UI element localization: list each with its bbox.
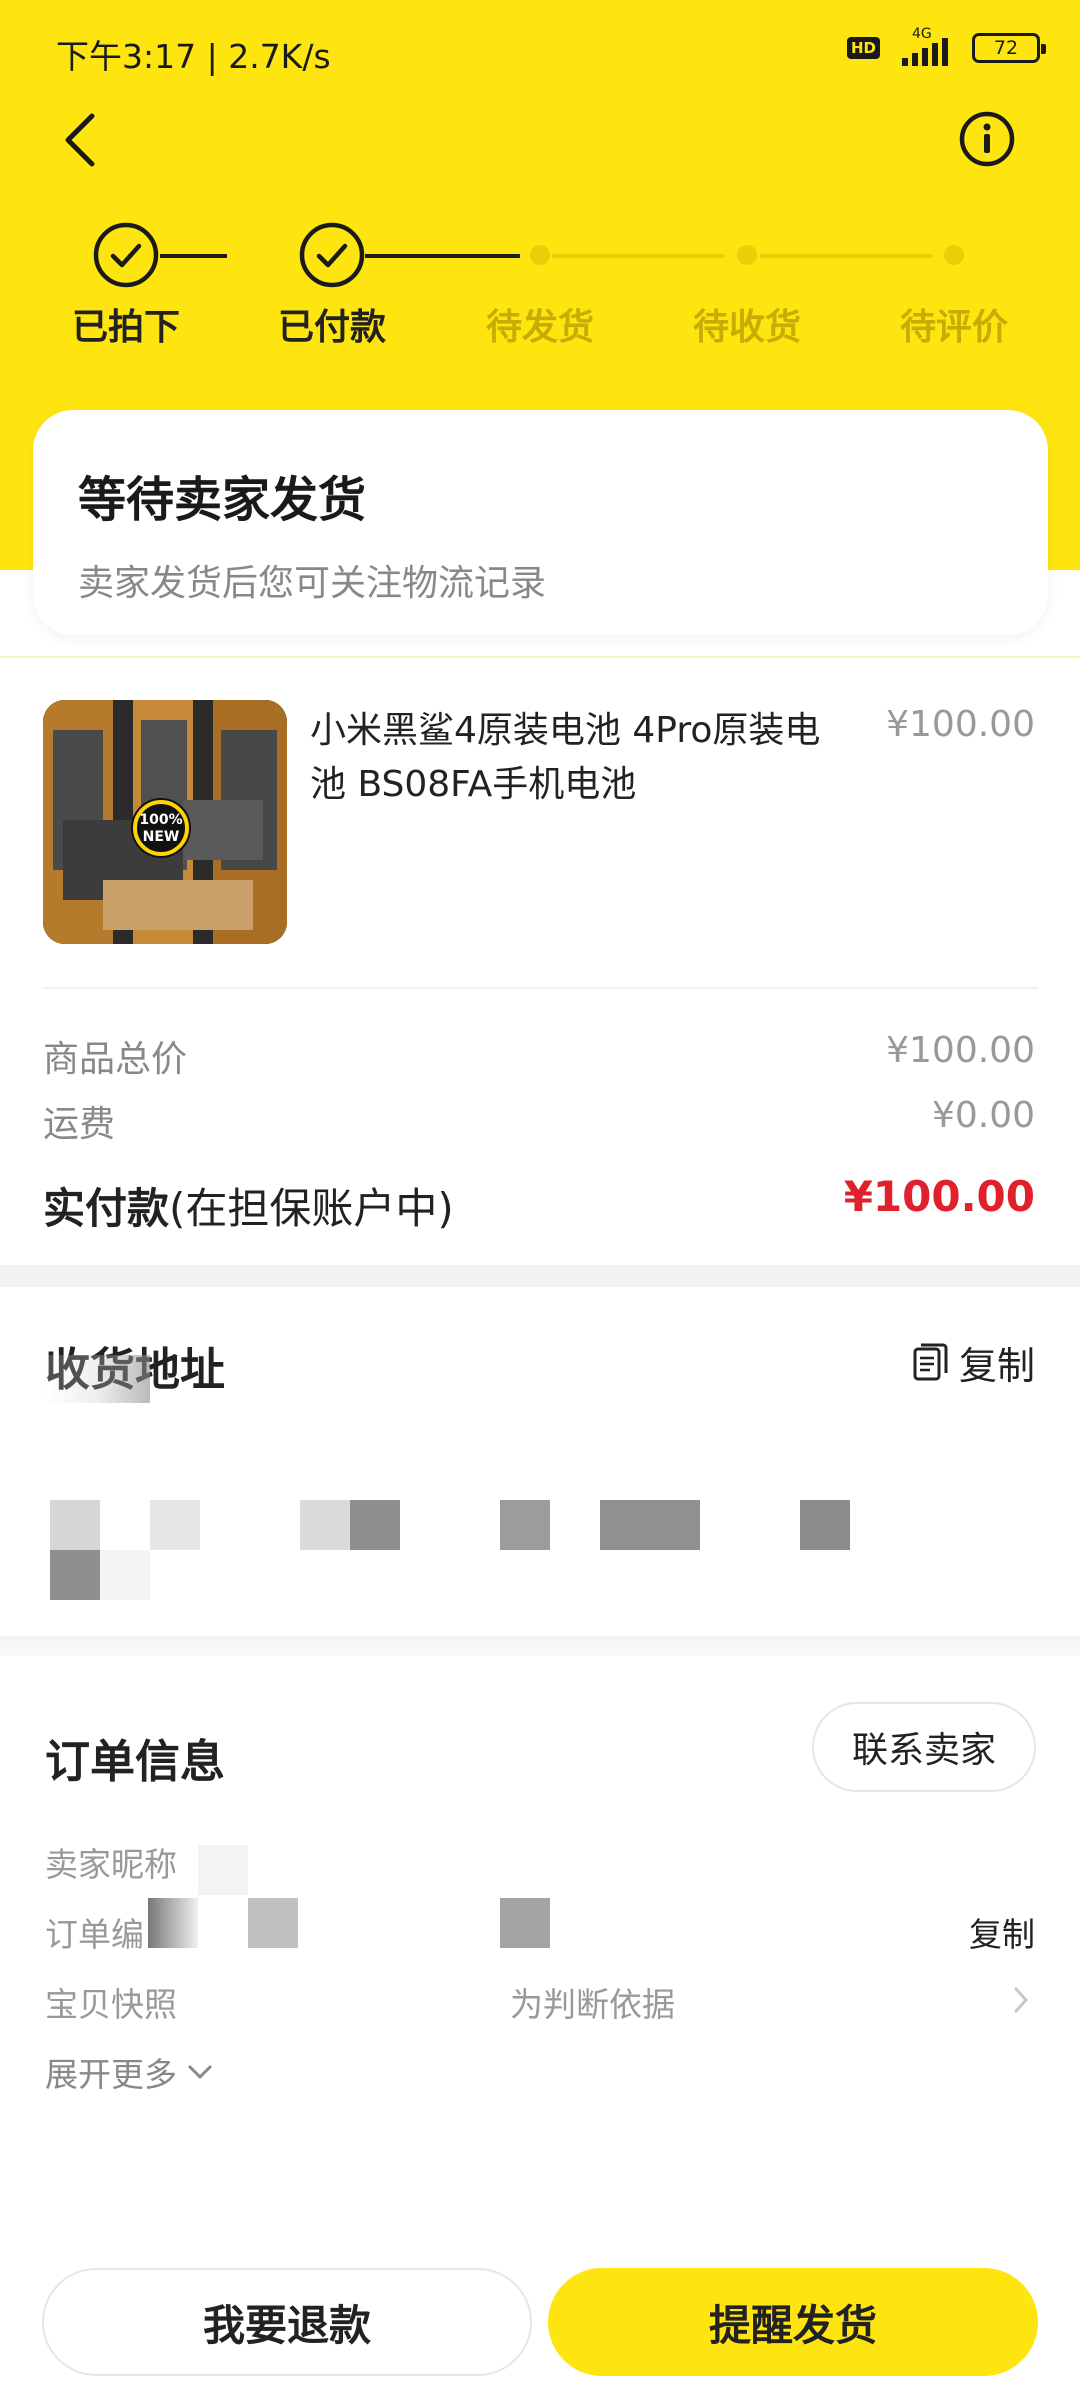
expand-more-label: 展开更多 [45,2055,177,2094]
step-to-ship: 待发货 [460,220,620,350]
step-dot [737,245,757,265]
goods-total-label: 商品总价 [43,1039,188,1080]
redacted-block [350,1500,400,1550]
copy-order-number-button[interactable]: 复制 [969,1908,1035,1956]
battery-icon: 72 [972,33,1046,63]
copy-address-button[interactable]: 复制 [911,1335,1035,1390]
step-ordered: 已拍下 [46,220,206,350]
step-paid: 已付款 [252,220,412,350]
snapshot-label[interactable]: 宝贝快照 [45,1978,177,2026]
copy-document-icon [913,1343,948,1380]
paid-label-note: (在担保账户中) [169,1184,454,1233]
step-label: 已拍下 [71,307,180,348]
check-icon [299,222,365,288]
order-progress-steps: 已拍下 已付款 待发货 待收货 待评价 [0,220,1080,350]
expand-more-button[interactable]: 展开更多 [45,2048,213,2096]
battery-photo: 100% NEW [43,700,287,944]
redacted-block [600,1500,700,1550]
snapshot-note: 为判断依据 [510,1985,675,2024]
check-icon [93,222,159,288]
badge-text: NEW [143,829,180,845]
status-time: 下午3:17 | 2.7K/s [56,37,331,76]
step-label: 已付款 [277,307,386,348]
step-to-receive: 待收货 [667,220,827,350]
chevron-right-icon[interactable] [1012,1985,1030,2015]
battery-level: 72 [993,37,1019,59]
order-info-title: 订单信息 [45,1735,226,1788]
step-dot [944,245,964,265]
order-status-card: 等待卖家发货 卖家发货后您可关注物流记录 [33,410,1048,635]
redacted-block [150,1500,200,1550]
contact-seller-button[interactable]: 联系卖家 [812,1702,1036,1792]
section-separator [0,1265,1080,1287]
status-title: 等待卖家发货 [78,472,367,528]
step-to-review: 待评价 [874,220,1034,350]
step-dot [530,245,550,265]
redacted-block [100,1550,150,1600]
redacted-block [45,1355,150,1403]
step-label: 待收货 [692,307,801,348]
shipping-label: 运费 [43,1104,116,1145]
paid-label-main: 实付款 [43,1184,170,1233]
order-number-label: 订单编 [45,1915,144,1954]
badge-text: 100% [139,812,182,828]
redacted-block [300,1500,350,1550]
step-label: 待评价 [899,307,1008,348]
refund-button[interactable]: 我要退款 [42,2268,532,2376]
redacted-block [500,1500,550,1550]
paid-label: 实付款(在担保账户中) [43,1175,454,1236]
product-image[interactable]: 100% NEW [43,700,287,944]
goods-total-value: ¥100.00 [886,1030,1035,1071]
status-bar: 下午3:17 | 2.7K/s HD 4G 72 [0,0,1080,100]
seller-nickname-label: 卖家昵称 [45,1845,177,1884]
redacted-block [180,1972,510,2022]
product-price: ¥100.00 [886,704,1035,745]
info-button[interactable] [958,110,1016,168]
redacted-block [800,1500,850,1550]
status-icons: HD 4G 72 [846,26,1046,66]
remind-shipping-button[interactable]: 提醒发货 [548,2268,1038,2376]
divider [0,656,1080,658]
hd-icon: HD [846,37,880,59]
paid-value: ¥100.00 [843,1172,1035,1221]
copy-label: 复制 [958,1344,1035,1388]
redacted-block [500,1898,550,1948]
divider [43,987,1038,989]
section-separator [0,1636,1080,1656]
redacted-block [198,1845,248,1895]
redacted-block [148,1898,198,1948]
redacted-block [50,1500,100,1550]
redacted-block [248,1898,298,1948]
step-label: 待发货 [485,307,594,348]
status-subtitle: 卖家发货后您可关注物流记录 [78,563,547,604]
back-button[interactable] [50,105,110,175]
chevron-left-icon [65,113,95,167]
info-circle-icon [959,111,1015,167]
redacted-block [50,1550,100,1600]
signal-icon: 4G [894,26,958,66]
chevron-down-icon [188,2065,212,2079]
product-title[interactable]: 小米黑鲨4原装电池 4Pro原装电池 BS08FA手机电池 [310,704,850,812]
shipping-value: ¥0.00 [931,1095,1035,1136]
